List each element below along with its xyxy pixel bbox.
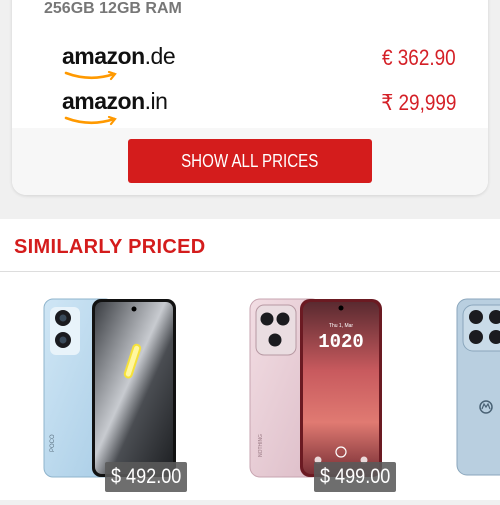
- variant-spec: 256GB 12GB RAM: [44, 0, 182, 17]
- store-price[interactable]: ₹ 29,999: [381, 90, 456, 116]
- product-card[interactable]: POCO $ 492.00: [40, 297, 190, 500]
- amazon-smile-icon: [64, 71, 117, 81]
- amazon-de-logo: amazon.de: [62, 43, 176, 69]
- product-card[interactable]: NOTHING Thu 1, Mar 1020 $ 499.00: [248, 297, 398, 500]
- store-price[interactable]: € 362.90: [382, 45, 456, 71]
- svg-text:Thu 1, Mar: Thu 1, Mar: [329, 323, 354, 329]
- product-price: $ 499.00: [314, 462, 396, 492]
- divider: [0, 271, 500, 272]
- svg-text:NOTHING: NOTHING: [258, 434, 264, 457]
- show-all-prices-button[interactable]: SHOW ALL PRICES: [128, 139, 372, 183]
- amazon-in-logo: amazon.in: [62, 88, 168, 114]
- similarly-priced-section: SIMILARLY PRICED POCO $ 492.00 NOTHING T…: [0, 219, 500, 500]
- section-title: SIMILARLY PRICED: [14, 236, 206, 258]
- button-strip: SHOW ALL PRICES: [12, 128, 488, 195]
- product-card[interactable]: [455, 297, 500, 500]
- store-offer-row[interactable]: amazon.de € 362.90: [12, 41, 488, 85]
- phone-image: [456, 298, 500, 476]
- svg-text:1020: 1020: [318, 331, 364, 353]
- store-offer-row[interactable]: amazon.in ₹ 29,999: [12, 86, 488, 130]
- amazon-smile-icon: [64, 116, 117, 126]
- price-offers-card: 256GB 12GB RAM amazon.de € 362.90 amazon…: [12, 0, 488, 195]
- product-price: $ 492.00: [105, 462, 187, 492]
- svg-text:POCO: POCO: [50, 434, 56, 452]
